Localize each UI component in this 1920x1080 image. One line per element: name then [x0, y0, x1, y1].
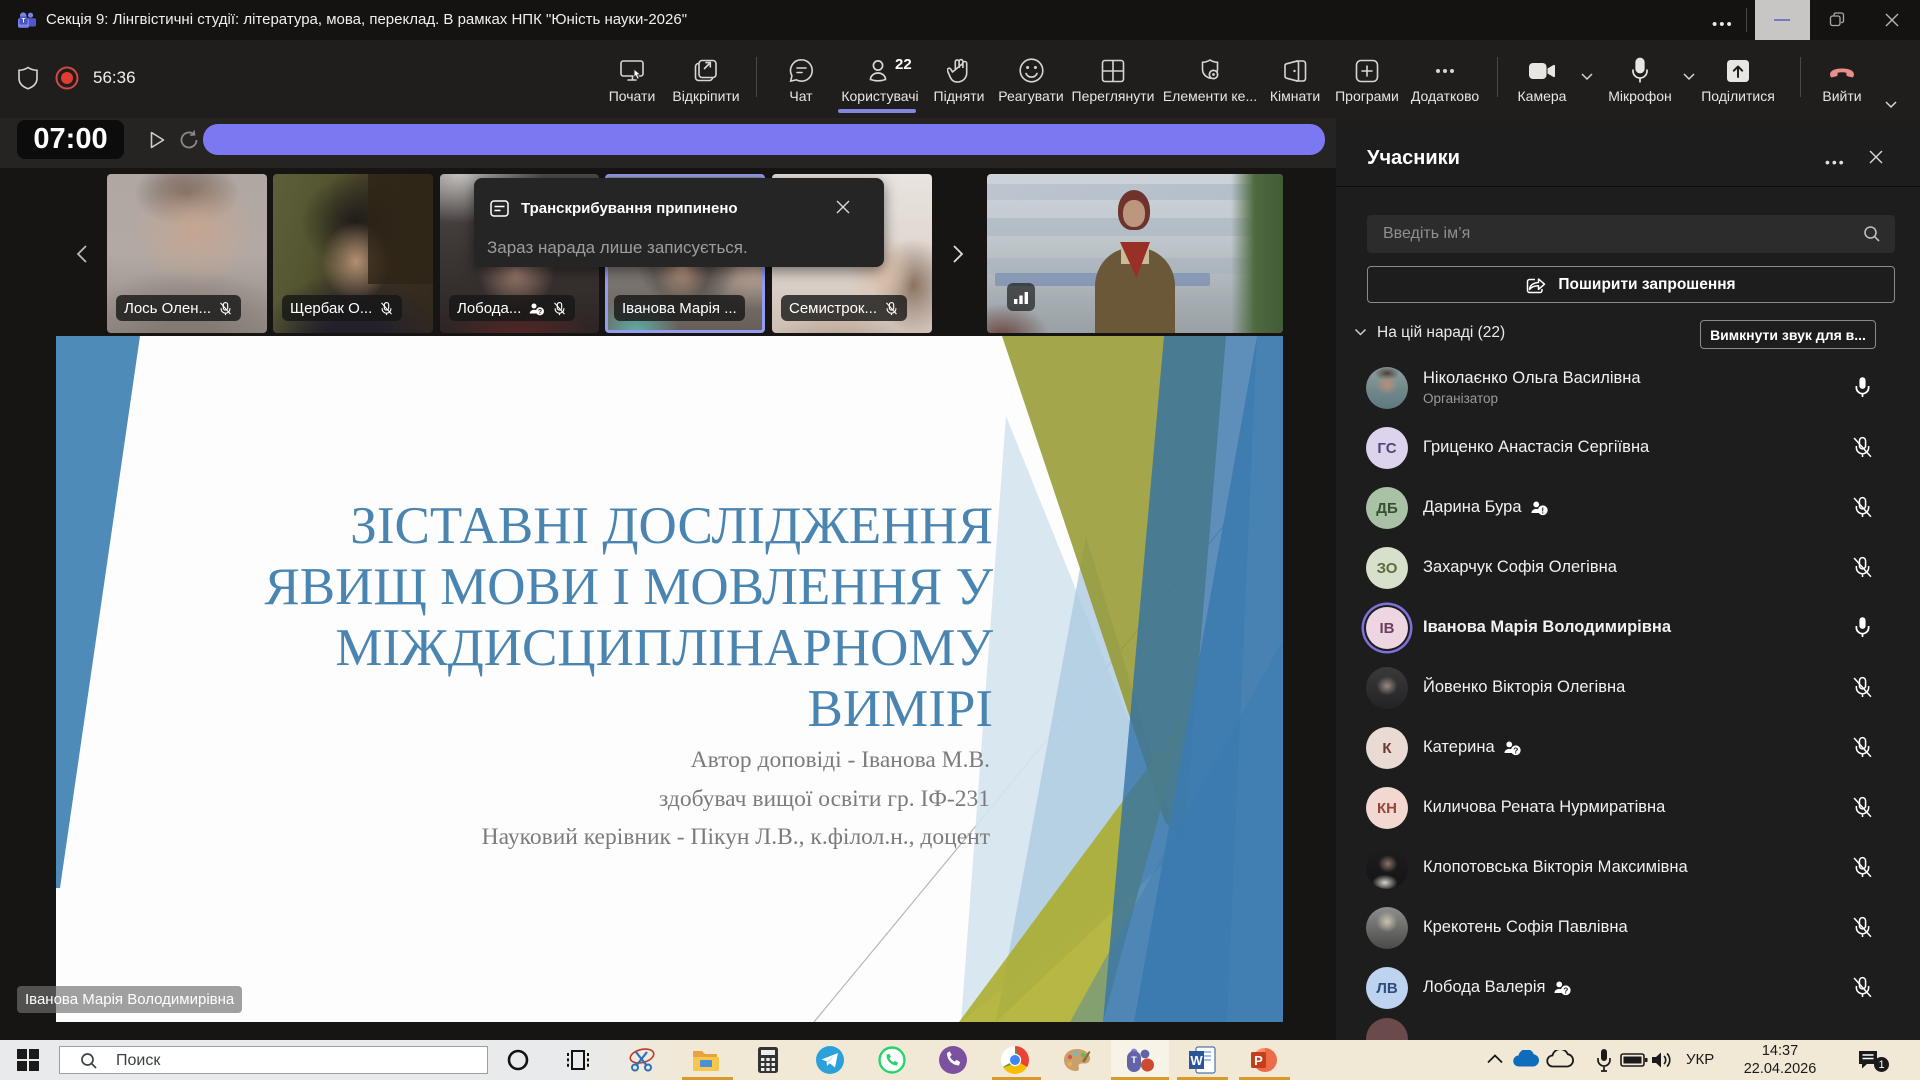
- svg-text:?: ?: [1564, 985, 1569, 995]
- svg-text:W: W: [1190, 1053, 1203, 1068]
- svg-text:!: !: [1541, 505, 1544, 515]
- svg-text:?: ?: [1513, 745, 1518, 755]
- svg-text:?: ?: [538, 309, 542, 316]
- svg-text:P: P: [1254, 1053, 1263, 1068]
- svg-text:T: T: [1131, 1055, 1137, 1065]
- svg-text:T: T: [22, 18, 26, 25]
